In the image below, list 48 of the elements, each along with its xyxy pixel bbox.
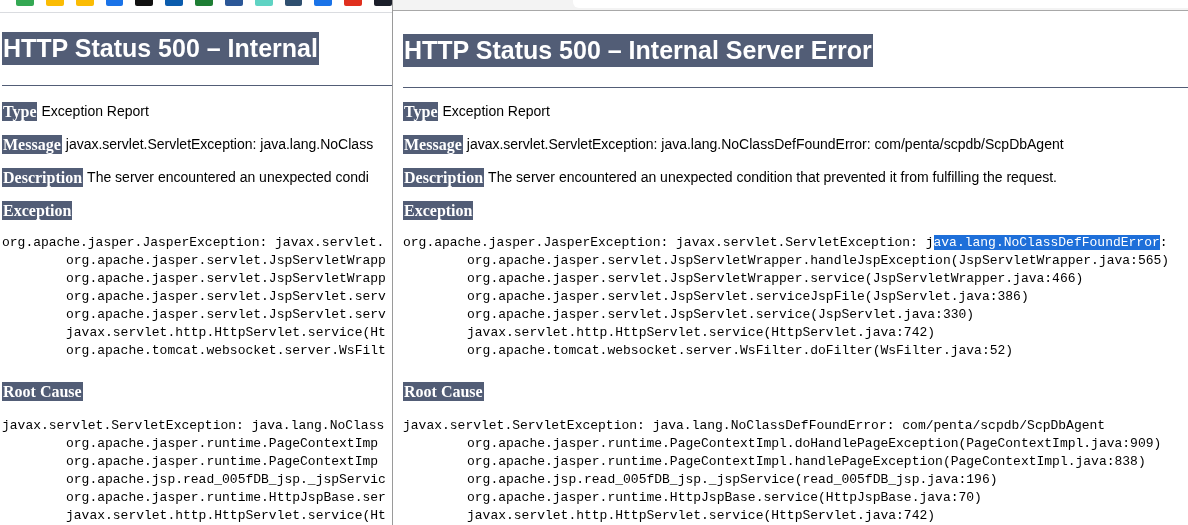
stack-trace-line: org.apache.jasper.runtime.PageContextImpl.handlePageException(PageContextImpl.java:838): [467, 453, 1146, 471]
bookmark-icon[interactable]: [284, 0, 303, 6]
stack-trace-line: org.apache.jasper.servlet.JspServletWrapper.service(JspServletWrapper.java:466): [467, 270, 1084, 288]
page-title: HTTP Status 500 – Internal Server Error: [403, 34, 873, 67]
stack-trace-line: org.apache.jsp.read_005fDB_jsp._jspServic: [66, 471, 386, 489]
stack-trace-line: org.apache.jasper.runtime.PageContextImpl.doHandlePageException(PageContextImpl.java:909): [467, 435, 1162, 453]
section-label: Description: [2, 168, 84, 187]
stack-trace-line: javax.servlet.ServletException: java.lang.NoClass: [2, 417, 385, 435]
section-label: Type: [403, 102, 439, 121]
field-value: The server encountered an unexpected condition that prevented it from fulfilling the request.: [488, 168, 1057, 187]
stack-trace-line: org.apache.jasper.JasperException: javax.servlet.ServletException: j ava.lang.NoClassDefFoundError:: [403, 234, 1168, 252]
stack-trace-line: javax.servlet.http.HttpServlet.service(HttpServlet.java:742): [467, 507, 936, 525]
page-title: HTTP Status 500 – Internal: [2, 32, 319, 65]
stack-trace-line: org.apache.jasper.servlet.JspServletWrapp: [66, 270, 386, 288]
stack-trace-line: org.apache.jasper.runtime.HttpJspBase.service(HttpJspBase.java:70): [467, 489, 982, 507]
field-value: javax.servlet.ServletException: java.lang.NoClass: [65, 135, 374, 154]
stack-trace-line: javax.servlet.http.HttpServlet.service(Ht: [66, 507, 386, 525]
stack-trace-line: org.apache.jasper.servlet.JspServlet.serviceJspFile(JspServlet.java:386): [467, 288, 1029, 306]
stack-trace-line: org.apache.jasper.servlet.JspServlet.serv: [66, 306, 386, 324]
stack-trace-line: org.apache.jasper.servlet.JspServlet.service(JspServlet.java:330): [467, 306, 975, 324]
stack-trace-line: javax.servlet.ServletException: java.lang.NoClassDefFoundError: com/penta/scpdb/ScpDbAgent: [403, 417, 1106, 435]
section-label: Message: [403, 135, 463, 154]
section-label: Exception: [2, 201, 73, 220]
stack-trace-line: org.apache.jasper.JasperException: javax.servlet.: [2, 234, 385, 252]
stack-trace-line: javax.servlet.http.HttpServlet.service(HttpServlet.java:742): [467, 324, 936, 342]
bookmark-icon[interactable]: [135, 0, 154, 6]
bookmark-icon[interactable]: [165, 0, 184, 6]
stack-trace-line: org.apache.jasper.servlet.JspServletWrapp: [66, 252, 386, 270]
section-label: Message: [2, 135, 62, 154]
stack-trace-line: org.apache.jasper.runtime.PageContextImp: [66, 453, 379, 471]
stack-trace-line: org.apache.tomcat.websocket.server.WsFilt: [66, 342, 386, 360]
section-label: Exception: [403, 201, 474, 220]
stack-trace-line: org.apache.jsp.read_005fDB_jsp._jspService(read_005fDB_jsp.java:196): [467, 471, 998, 489]
stack-trace-line: org.apache.jasper.servlet.JspServlet.serv: [66, 288, 386, 306]
section-label: Root Cause: [2, 382, 83, 401]
field-value: Exception Report: [41, 102, 149, 121]
stack-trace-line: org.apache.jasper.runtime.PageContextImp: [66, 435, 379, 453]
stack-trace-line: org.apache.jasper.servlet.JspServletWrapper.handleJspException(JspServletWrapper.java:565): [467, 252, 1170, 270]
stack-trace-line: org.apache.jasper.runtime.HttpJspBase.ser: [66, 489, 386, 507]
field-value: The server encountered an unexpected condi: [87, 168, 369, 187]
bookmark-icon[interactable]: [224, 0, 243, 6]
field-value: javax.servlet.ServletException: java.lang.NoClassDefFoundError: com/penta/scpdb/ScpDbAgent: [466, 135, 1064, 154]
section-label: Type: [2, 102, 38, 121]
stack-trace-line: javax.servlet.http.HttpServlet.service(Ht: [66, 324, 386, 342]
stack-trace-line: org.apache.tomcat.websocket.server.WsFilter.doFilter(WsFilter.java:52): [467, 342, 1014, 360]
field-value: Exception Report: [442, 102, 550, 121]
section-label: Description: [403, 168, 485, 187]
section-label: Root Cause: [403, 382, 484, 401]
